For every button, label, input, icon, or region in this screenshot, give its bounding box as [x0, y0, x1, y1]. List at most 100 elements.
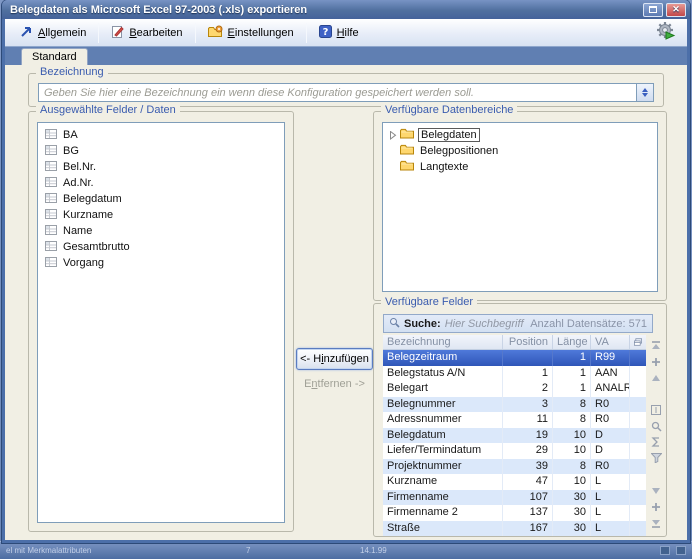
- selected-field-label: Belegdatum: [63, 193, 122, 205]
- search-bar[interactable]: Suche: Hier Suchbegriff eingeben Anzahl …: [383, 314, 653, 333]
- selected-field-item[interactable]: Name: [38, 223, 284, 239]
- filter-icon[interactable]: [650, 453, 662, 464]
- selected-field-item[interactable]: Kurzname: [38, 207, 284, 223]
- grid-search-icon[interactable]: [650, 421, 662, 432]
- table-row[interactable]: Kurzname 47 10 L: [383, 474, 646, 490]
- cell-va: ANALRGI: [591, 381, 630, 397]
- table-row[interactable]: Liefer/Termindatum 29 10 D: [383, 443, 646, 459]
- felder-legend: Verfügbare Felder: [381, 296, 477, 308]
- cell-extra: [630, 505, 646, 521]
- dialog-content: Bezeichnung Geben Sie hier eine Bezeichn…: [5, 65, 687, 540]
- table-row[interactable]: Belegdatum 19 10 D: [383, 428, 646, 444]
- scroll-bottom-icon[interactable]: [650, 517, 662, 528]
- move-down-icon[interactable]: [650, 501, 662, 512]
- selected-field-label: BG: [63, 145, 79, 157]
- run-export-button[interactable]: [651, 18, 681, 47]
- cell-position: 167: [503, 521, 553, 537]
- tab-standard[interactable]: Standard: [21, 48, 88, 65]
- combo-spinner-button[interactable]: [636, 84, 653, 101]
- search-label: Suche:: [404, 318, 441, 330]
- table-row[interactable]: Belegnummer 3 8 R0: [383, 397, 646, 413]
- einstellungen-button[interactable]: Einstellungen: [199, 21, 303, 45]
- hilfe-button[interactable]: ? Hilfe: [310, 21, 368, 45]
- expander-icon[interactable]: [388, 131, 398, 140]
- allgemein-button[interactable]: Allgemein: [11, 21, 95, 45]
- cell-va: L: [591, 521, 630, 537]
- expander-icon[interactable]: [388, 163, 398, 172]
- table-row[interactable]: Straße 167 30 L: [383, 521, 646, 537]
- restore-button[interactable]: [643, 3, 663, 17]
- cell-extra: [630, 397, 646, 413]
- cell-va: D: [591, 428, 630, 444]
- entfernen-button[interactable]: Entfernen ->: [296, 378, 373, 390]
- selected-field-label: Gesamtbrutto: [63, 241, 130, 253]
- tab-strip: Standard: [5, 47, 687, 65]
- table-row[interactable]: Belegzeitraum 1 R99: [383, 350, 646, 366]
- field-grid-icon: [45, 160, 57, 175]
- bearbeiten-button[interactable]: Bearbeiten: [102, 21, 191, 45]
- cell-position: 47: [503, 474, 553, 490]
- column-chooser-icon: [634, 337, 642, 347]
- table-row[interactable]: Belegart 2 1 ANALRGI: [383, 381, 646, 397]
- cell-extra: [630, 366, 646, 382]
- cell-laenge: 8: [553, 459, 591, 475]
- cell-laenge: 10: [553, 428, 591, 444]
- move-up-icon[interactable]: [650, 356, 662, 367]
- table-row[interactable]: Firmenname 107 30 L: [383, 490, 646, 506]
- selected-field-label: Kurzname: [63, 209, 113, 221]
- datenbereiche-tree: Belegdaten Belegpositionen Langtexte: [383, 123, 657, 175]
- table-row[interactable]: Belegstatus A/N 1 1 AAN: [383, 366, 646, 382]
- cell-va: D: [591, 443, 630, 459]
- details-icon[interactable]: [650, 405, 662, 416]
- cell-position: 39: [503, 459, 553, 475]
- spin-down-icon: [642, 93, 648, 97]
- folder-icon: [400, 144, 414, 158]
- scroll-top-icon[interactable]: [650, 340, 662, 351]
- cell-extra: [630, 350, 646, 366]
- bezeichnung-combobox[interactable]: Geben Sie hier eine Bezeichnung ein wenn…: [38, 83, 654, 102]
- cell-bezeichnung: Liefer/Termindatum: [383, 443, 503, 459]
- cell-laenge: 10: [553, 443, 591, 459]
- cell-va: R99: [591, 350, 630, 366]
- table-row[interactable]: Firmenname 2 137 30 L: [383, 505, 646, 521]
- close-button[interactable]: ✕: [666, 3, 686, 17]
- cell-va: AAN: [591, 366, 630, 382]
- selected-field-item[interactable]: Bel.Nr.: [38, 159, 284, 175]
- selected-field-item[interactable]: Vorgang: [38, 255, 284, 271]
- gear-run-icon: [656, 21, 676, 44]
- column-va[interactable]: VA: [591, 335, 630, 349]
- row-down-icon[interactable]: [650, 485, 662, 496]
- selected-fields-panel[interactable]: BA BG Bel.Nr. Ad.Nr. Belegdatum Kurzname: [37, 122, 285, 523]
- record-count: Anzahl Datensätze: 571: [530, 318, 647, 330]
- selected-field-item[interactable]: BG: [38, 143, 284, 159]
- cell-bezeichnung: Firmenname: [383, 490, 503, 506]
- cell-va: L: [591, 490, 630, 506]
- folder-icon: [400, 128, 414, 142]
- selected-field-item[interactable]: Belegdatum: [38, 191, 284, 207]
- tree-item[interactable]: Langtexte: [383, 159, 657, 175]
- search-input[interactable]: Hier Suchbegriff eingeben: [445, 318, 527, 330]
- expander-icon[interactable]: [388, 147, 398, 156]
- titlebar[interactable]: Belegdaten als Microsoft Excel 97-2003 (…: [2, 0, 690, 19]
- table-row[interactable]: Adressnummer 11 8 R0: [383, 412, 646, 428]
- cell-position: 1: [503, 366, 553, 382]
- cell-laenge: 8: [553, 412, 591, 428]
- table-header[interactable]: Bezeichnung Position Länge VA: [383, 335, 646, 350]
- row-up-icon[interactable]: [650, 372, 662, 383]
- column-laenge[interactable]: Länge: [553, 335, 591, 349]
- datenbereiche-panel[interactable]: Belegdaten Belegpositionen Langtexte: [382, 122, 658, 292]
- grid-toolbar: [648, 340, 664, 528]
- column-position[interactable]: Position: [503, 335, 553, 349]
- column-bezeichnung[interactable]: Bezeichnung: [383, 335, 503, 349]
- selected-field-item[interactable]: BA: [38, 127, 284, 143]
- column-chooser-button[interactable]: [630, 335, 646, 349]
- tree-item[interactable]: Belegpositionen: [383, 143, 657, 159]
- cell-laenge: 30: [553, 490, 591, 506]
- selected-field-item[interactable]: Gesamtbrutto: [38, 239, 284, 255]
- sum-icon[interactable]: [650, 437, 662, 448]
- hinzufuegen-button[interactable]: <- Hinzufügen: [296, 348, 373, 370]
- table-row[interactable]: Projektnummer 39 8 R0: [383, 459, 646, 475]
- selected-field-item[interactable]: Ad.Nr.: [38, 175, 284, 191]
- tree-item[interactable]: Belegdaten: [383, 127, 657, 143]
- cell-va: R0: [591, 397, 630, 413]
